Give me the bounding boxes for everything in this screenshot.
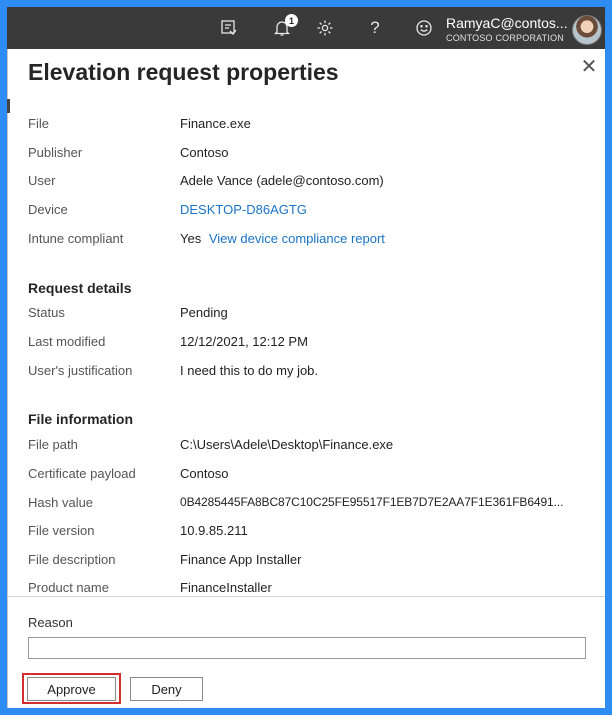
file-version-value: 10.9.85.211: [180, 523, 248, 538]
approve-button[interactable]: Approve: [27, 677, 116, 701]
file-path-value: C:\Users\Adele\Desktop\Finance.exe: [180, 437, 394, 452]
publisher-label: Publisher: [28, 145, 83, 160]
certificate-payload-label: Certificate payload: [28, 466, 136, 481]
file-path-label: File path: [28, 437, 78, 452]
page-title: Elevation request properties: [28, 59, 339, 85]
hash-value-label: Hash value: [28, 495, 94, 510]
device-link[interactable]: DESKTOP-D86AGTG: [180, 202, 307, 217]
certificate-payload-value: Contoso: [180, 466, 229, 481]
footer-divider: [7, 596, 605, 597]
last-modified-value: 12/12/2021, 12:12 PM: [180, 334, 308, 349]
close-icon[interactable]: ✕: [579, 57, 599, 77]
justification-label: User's justification: [28, 363, 133, 378]
intune-compliant-status: Yes: [180, 231, 202, 246]
user-value: Adele Vance (adele@contoso.com): [180, 173, 384, 188]
app-frame: 1 ? RamyaC@contos... CONTOSO CORPORATION…: [7, 7, 605, 708]
deny-button[interactable]: Deny: [130, 677, 203, 701]
device-label: Device: [28, 202, 68, 217]
file-description-label: File description: [28, 552, 116, 567]
product-name-value: FinanceInstaller: [180, 580, 272, 595]
last-modified-label: Last modified: [28, 334, 106, 349]
file-label: File: [28, 116, 49, 131]
intune-compliant-label: Intune compliant: [28, 231, 124, 246]
file-description-value: Finance App Installer: [180, 552, 302, 567]
status-value: Pending: [180, 305, 228, 320]
product-name-label: Product name: [28, 580, 109, 595]
file-version-label: File version: [28, 523, 95, 538]
compliance-report-link[interactable]: View device compliance report: [209, 231, 385, 246]
user-label: User: [28, 173, 56, 188]
status-label: Status: [28, 305, 65, 320]
request-details-heading: Request details: [28, 280, 132, 296]
file-information-heading: File information: [28, 411, 133, 427]
justification-value: I need this to do my job.: [180, 363, 319, 378]
reason-input[interactable]: [28, 637, 586, 659]
intune-compliant-value: Yes View device compliance report: [180, 231, 385, 246]
publisher-value: Contoso: [180, 145, 229, 160]
hash-value-value: 0B4285445FA8BC87C10C25FE95517F1EB7D7E2AA…: [180, 495, 564, 509]
reason-label: Reason: [28, 615, 73, 630]
file-value: Finance.exe: [180, 116, 251, 131]
properties-scroll-area[interactable]: Elevation request properties ✕ File Fina…: [7, 7, 605, 596]
